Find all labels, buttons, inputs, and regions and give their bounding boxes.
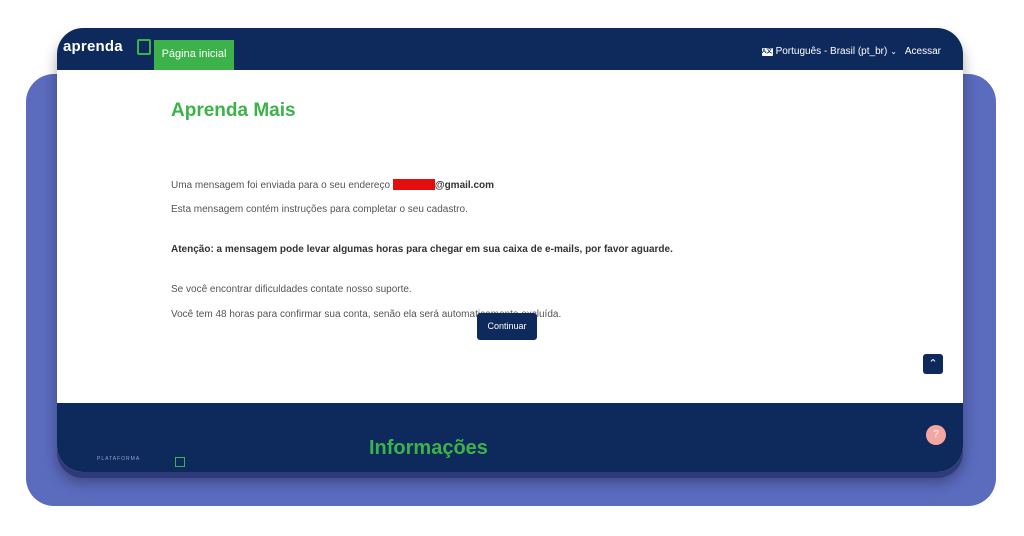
main-content: Aprenda Mais Uma mensagem foi enviada pa… bbox=[57, 70, 963, 403]
redacted-email bbox=[392, 179, 435, 190]
language-icon: A文 bbox=[761, 47, 773, 56]
question-icon: ? bbox=[933, 429, 939, 440]
scroll-to-top-button[interactable]: ⌃ bbox=[923, 354, 943, 374]
browser-window: aprenda Página inicial A文 Português - Br… bbox=[57, 28, 963, 472]
footer-title: Informações bbox=[369, 437, 488, 459]
nav-home-link[interactable]: Página inicial bbox=[154, 40, 234, 70]
login-link[interactable]: Acessar bbox=[905, 46, 941, 57]
footer-logo: PLATAFORMA bbox=[97, 456, 141, 462]
support-text: Se você encontrar dificuldades contate n… bbox=[171, 284, 412, 295]
site-logo[interactable]: aprenda bbox=[63, 38, 123, 55]
top-navbar: aprenda Página inicial A文 Português - Br… bbox=[57, 28, 963, 70]
instructions-text: Esta mensagem contém instruções para com… bbox=[171, 204, 468, 215]
email-domain: @gmail.com bbox=[434, 180, 495, 191]
email-sent-message: Uma mensagem foi enviada para o seu ende… bbox=[171, 179, 494, 191]
page-title: Aprenda Mais bbox=[171, 100, 296, 121]
language-selector[interactable]: A文 Português - Brasil (pt_br) ⌄ bbox=[761, 46, 897, 57]
chevron-down-icon: ⌄ bbox=[890, 47, 897, 56]
help-button[interactable]: ? bbox=[926, 425, 946, 445]
warning-text: Atenção: a mensagem pode levar algumas h… bbox=[171, 244, 673, 255]
chevron-up-icon: ⌃ bbox=[928, 358, 938, 370]
email-sent-text: Uma mensagem foi enviada para o seu ende… bbox=[171, 180, 391, 191]
logo-mark-icon bbox=[137, 39, 151, 55]
footer-logo-mark-icon bbox=[175, 457, 185, 467]
continue-button[interactable]: Continuar bbox=[477, 313, 537, 340]
footer: PLATAFORMA Informações ? bbox=[57, 403, 963, 472]
language-label: Português - Brasil (pt_br) bbox=[775, 46, 888, 57]
